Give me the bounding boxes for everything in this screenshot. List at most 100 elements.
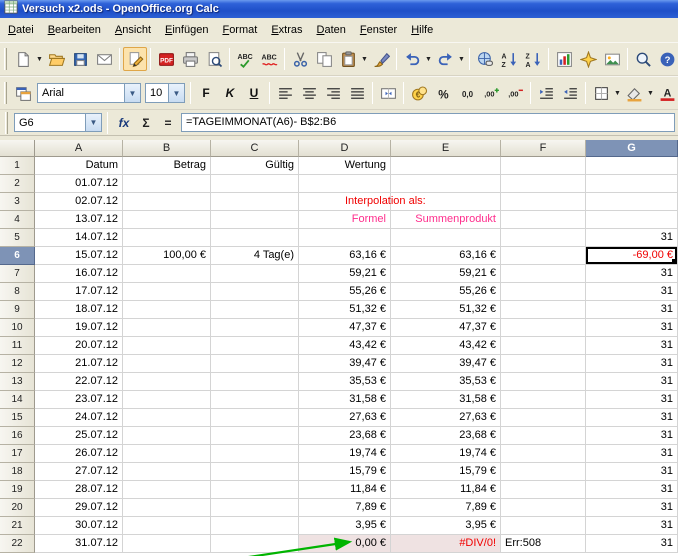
copy-button[interactable] [312, 47, 336, 71]
row-header-13[interactable]: 13 [0, 373, 35, 391]
cell-G11[interactable]: 31 [586, 337, 678, 355]
cell-F12[interactable] [501, 355, 586, 373]
cell-F19[interactable] [501, 481, 586, 499]
row-header-2[interactable]: 2 [0, 175, 35, 193]
cell-A6[interactable]: 15.07.12 [35, 247, 123, 265]
cell-A19[interactable]: 28.07.12 [35, 481, 123, 499]
cell-B22[interactable] [123, 535, 211, 553]
cell-E20[interactable]: 7,89 € [391, 499, 501, 517]
cell-F21[interactable] [501, 517, 586, 535]
column-header-F[interactable]: F [501, 140, 586, 157]
cell-G22[interactable]: 31 [586, 535, 678, 553]
sum-button[interactable]: Σ [135, 112, 157, 134]
chevron-down-icon[interactable]: ▼ [168, 84, 184, 102]
cell-A5[interactable]: 14.07.12 [35, 229, 123, 247]
standard-format-button[interactable]: 0,0 [455, 81, 479, 105]
cell-F20[interactable] [501, 499, 586, 517]
print-button[interactable] [178, 47, 202, 71]
cell-F10[interactable] [501, 319, 586, 337]
menu-hilfe[interactable]: Hilfe [404, 20, 440, 40]
cell-E18[interactable]: 15,79 € [391, 463, 501, 481]
cell-D16[interactable]: 23,68 € [299, 427, 391, 445]
cell-E21[interactable]: 3,95 € [391, 517, 501, 535]
cell-C17[interactable] [211, 445, 299, 463]
cell-F1[interactable] [501, 157, 586, 175]
cell-C19[interactable] [211, 481, 299, 499]
menu-einfügen[interactable]: Einfügen [158, 20, 215, 40]
redo-button[interactable] [433, 47, 457, 71]
chevron-down-icon[interactable]: ▼ [124, 84, 140, 102]
row-header-6[interactable]: 6 [0, 247, 35, 265]
cell-F14[interactable] [501, 391, 586, 409]
cell-C15[interactable] [211, 409, 299, 427]
align-center-button[interactable] [297, 81, 321, 105]
cell-A12[interactable]: 21.07.12 [35, 355, 123, 373]
row-header-12[interactable]: 12 [0, 355, 35, 373]
cell-B11[interactable] [123, 337, 211, 355]
cell-reference[interactable]: G6 [15, 117, 85, 129]
delete-decimal-button[interactable]: ,00 [503, 81, 527, 105]
formula-input[interactable]: =TAGEIMMONAT(A6)- B$2:B6 [181, 113, 675, 132]
cell-B14[interactable] [123, 391, 211, 409]
cell-G7[interactable]: 31 [586, 265, 678, 283]
cell-C18[interactable] [211, 463, 299, 481]
cell-A15[interactable]: 24.07.12 [35, 409, 123, 427]
cell-F13[interactable] [501, 373, 586, 391]
redo-button-dropdown[interactable]: ▼ [457, 47, 466, 71]
cell-B2[interactable] [123, 175, 211, 193]
cell-A8[interactable]: 17.07.12 [35, 283, 123, 301]
cell-A11[interactable]: 20.07.12 [35, 337, 123, 355]
column-header-E[interactable]: E [391, 140, 501, 157]
hyperlink-button[interactable] [473, 47, 497, 71]
row-header-22[interactable]: 22 [0, 535, 35, 553]
column-header-G[interactable]: G [586, 140, 678, 157]
bold-button[interactable]: F [194, 81, 218, 105]
font-size-combobox[interactable]: 10▼ [145, 83, 185, 103]
cell-F8[interactable] [501, 283, 586, 301]
cell-A16[interactable]: 25.07.12 [35, 427, 123, 445]
cell-E17[interactable]: 19,74 € [391, 445, 501, 463]
cell-D12[interactable]: 39,47 € [299, 355, 391, 373]
name-box[interactable]: G6 ▼ [14, 113, 102, 132]
cell-C7[interactable] [211, 265, 299, 283]
insert-chart-button[interactable] [552, 47, 576, 71]
font-name-combobox-value[interactable]: Arial [38, 87, 124, 99]
row-header-7[interactable]: 7 [0, 265, 35, 283]
select-all-corner[interactable] [0, 140, 35, 157]
paste-button[interactable] [336, 47, 360, 71]
cell-G9[interactable]: 31 [586, 301, 678, 319]
toolbar-handle[interactable] [4, 48, 7, 70]
cell-G3[interactable] [586, 193, 678, 211]
cell-C4[interactable] [211, 211, 299, 229]
menu-fenster[interactable]: Fenster [353, 20, 404, 40]
cell-B9[interactable] [123, 301, 211, 319]
font-color-button[interactable]: A [655, 81, 678, 105]
cell-E14[interactable]: 31,58 € [391, 391, 501, 409]
cell-A3[interactable]: 02.07.12 [35, 193, 123, 211]
currency-format-button[interactable]: € [407, 81, 431, 105]
row-header-19[interactable]: 19 [0, 481, 35, 499]
email-document-button[interactable] [92, 47, 116, 71]
cell-C6[interactable]: 4 Tag(e) [211, 247, 299, 265]
cell-C22[interactable] [211, 535, 299, 553]
borders-button-dropdown[interactable]: ▼ [613, 81, 622, 105]
cell-D2[interactable] [299, 175, 391, 193]
undo-button[interactable] [400, 47, 424, 71]
cell-G2[interactable] [586, 175, 678, 193]
column-header-C[interactable]: C [211, 140, 299, 157]
cell-D14[interactable]: 31,58 € [299, 391, 391, 409]
cell-C2[interactable] [211, 175, 299, 193]
cell-A18[interactable]: 27.07.12 [35, 463, 123, 481]
cell-D8[interactable]: 55,26 € [299, 283, 391, 301]
align-right-button[interactable] [321, 81, 345, 105]
cell-B6[interactable]: 100,00 € [123, 247, 211, 265]
undo-button-dropdown[interactable]: ▼ [424, 47, 433, 71]
align-left-button[interactable] [273, 81, 297, 105]
cell-A14[interactable]: 23.07.12 [35, 391, 123, 409]
cell-C3[interactable] [211, 193, 299, 211]
cell-E9[interactable]: 51,32 € [391, 301, 501, 319]
cell-D13[interactable]: 35,53 € [299, 373, 391, 391]
cell-F17[interactable] [501, 445, 586, 463]
row-header-8[interactable]: 8 [0, 283, 35, 301]
cell-F22[interactable]: Err:508 [501, 535, 586, 553]
